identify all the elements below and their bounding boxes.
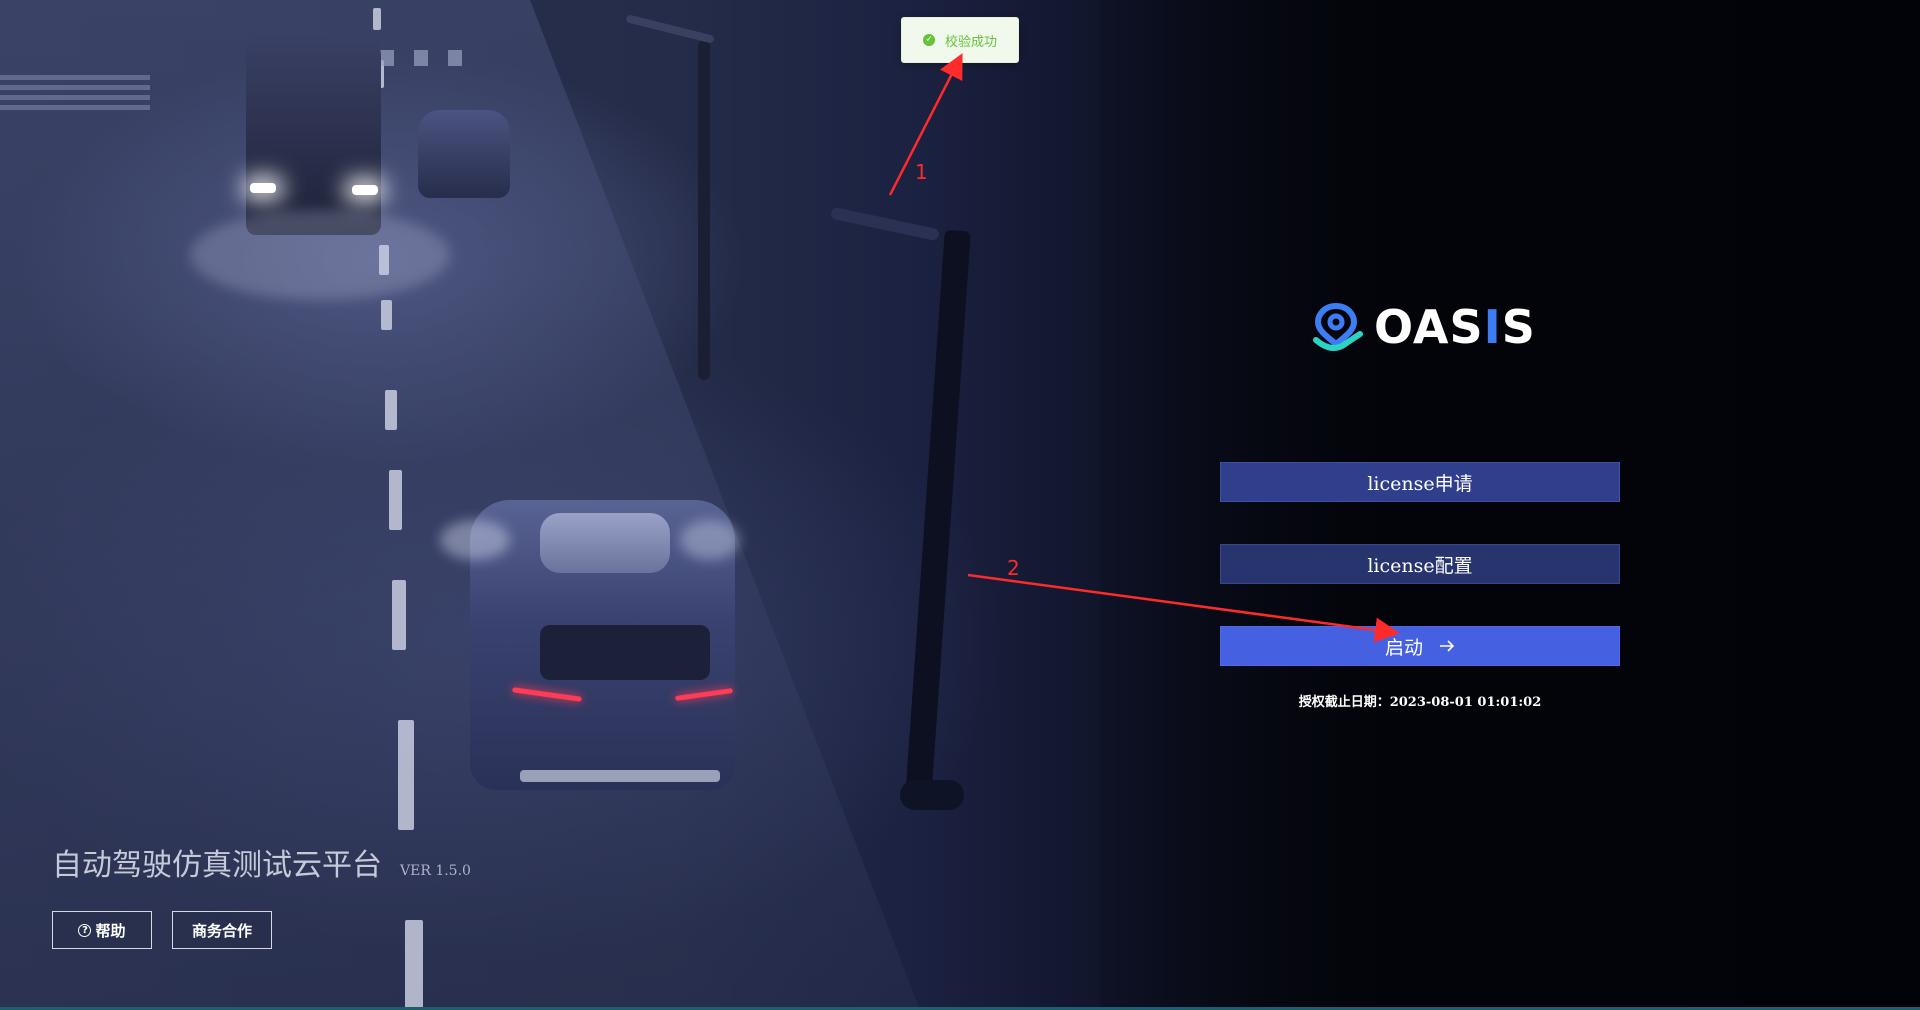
street-lamp-base: [900, 780, 964, 810]
start-button[interactable]: 启动: [1220, 626, 1620, 666]
version-text: VER 1.5.0: [400, 863, 471, 879]
license-expiry-text: 授权截止日期：2023-08-01 01:01:02: [1298, 695, 1542, 710]
annotation-label-2: 2: [1007, 556, 1020, 580]
license-config-label: license配置: [1367, 554, 1473, 577]
business-label: 商务合作: [191, 921, 252, 940]
lane-marking: [381, 300, 392, 330]
help-label: 帮助: [95, 921, 126, 940]
suv-bumper: [520, 770, 720, 782]
platform-name: 自动驾驶仿真测试云平台: [52, 848, 382, 883]
platform-title: 自动驾驶仿真测试云平台 VER 1.5.0: [52, 840, 471, 884]
lane-marking: [398, 720, 414, 830]
distant-car: [418, 110, 510, 198]
suv-headlight-glow: [680, 520, 740, 560]
location-pin-icon: [1313, 302, 1363, 351]
license-apply-button[interactable]: license申请: [1220, 462, 1620, 502]
business-cooperation-button[interactable]: 商务合作: [172, 911, 272, 949]
logo-text: OASIS: [1374, 300, 1536, 354]
question-circle-icon: ?: [78, 923, 92, 937]
bus-headlight: [250, 183, 276, 193]
arrow-right-icon: [1440, 640, 1455, 652]
building-shadow: [1100, 0, 1920, 1010]
suv-headlight-glow: [440, 520, 510, 560]
logo-text-accent: I: [1483, 300, 1502, 354]
license-apply-label: license申请: [1367, 472, 1473, 495]
lane-marking: [373, 8, 381, 30]
help-button[interactable]: ? 帮助: [52, 911, 152, 949]
check-circle-icon: ✓: [922, 34, 935, 46]
logo-text-part: S: [1501, 300, 1536, 354]
oasis-logo: OASIS: [1310, 300, 1536, 354]
license-config-button[interactable]: license配置: [1220, 544, 1620, 584]
suv-roof: [540, 513, 670, 573]
toast-message: 校验成功: [944, 34, 997, 50]
bus-headlight: [352, 185, 378, 195]
street-lamp-pole: [698, 40, 710, 380]
logo-text-part: OAS: [1374, 300, 1484, 354]
crosswalk: [380, 50, 470, 66]
lane-marking: [389, 470, 402, 530]
lane-marking: [405, 920, 423, 1010]
success-toast: ✓ 校验成功: [901, 17, 1019, 63]
headlight-beam: [190, 210, 450, 300]
suv-rear-window: [540, 625, 710, 680]
bus-vehicle: [246, 35, 381, 235]
lane-marking: [385, 390, 397, 430]
annotation-label-1: 1: [915, 160, 928, 184]
crosswalk: [0, 75, 150, 115]
start-label: 启动: [1384, 636, 1423, 659]
lane-marking: [392, 580, 406, 650]
